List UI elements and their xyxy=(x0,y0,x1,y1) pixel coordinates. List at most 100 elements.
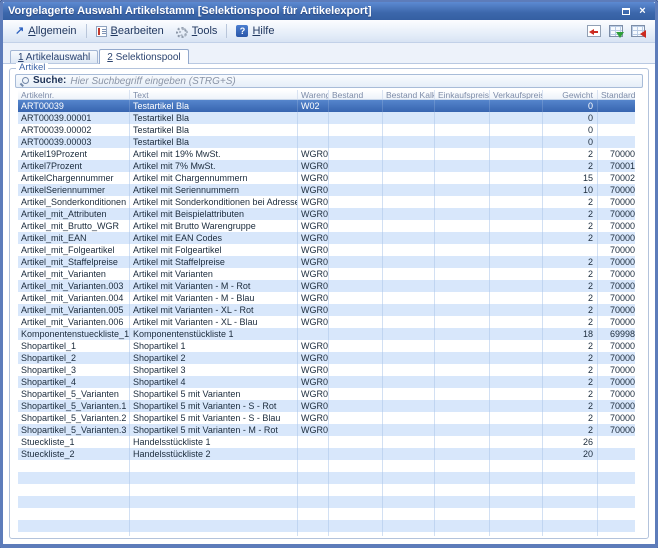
search-input[interactable] xyxy=(70,76,638,87)
search-bar[interactable]: Suche: xyxy=(15,74,643,88)
cell: Shopartikel_5_Varianten.3 xyxy=(18,424,130,436)
table-row[interactable]: ART00039.00001Testartikel Bla0 xyxy=(18,112,635,124)
cell: Artikel_mit_Staffelpreise xyxy=(18,256,130,268)
add-to-pool-button[interactable] xyxy=(607,23,625,39)
cell xyxy=(298,136,329,148)
menu-item-allgemein[interactable]: ↗ Allgemein xyxy=(9,23,83,39)
table-row[interactable]: Artikel_mit_VariantenArtikel mit Variant… xyxy=(18,268,635,280)
cell xyxy=(383,412,435,424)
table-row[interactable]: Komponentenstueckliste_1Komponentenstück… xyxy=(18,328,635,340)
menu-item-tools[interactable]: Tools xyxy=(170,23,224,39)
cell xyxy=(329,136,383,148)
column-header-2[interactable]: Wareng xyxy=(298,90,329,99)
cell xyxy=(383,484,435,496)
column-header-4[interactable]: Bestand Kalk. xyxy=(383,90,435,99)
cell: 0 xyxy=(543,124,598,136)
cell xyxy=(383,148,435,160)
cell xyxy=(298,484,329,496)
column-header-6[interactable]: Verkaufspreis xyxy=(490,90,543,99)
cell xyxy=(435,292,490,304)
cell xyxy=(435,340,490,352)
table-row[interactable]: Artikel_mit_AttributenArtikel mit Beispi… xyxy=(18,208,635,220)
table-row[interactable]: Artikel_mit_Brutto_WGRArtikel mit Brutto… xyxy=(18,220,635,232)
menu-item-hilfe[interactable]: ? Hilfe xyxy=(230,23,280,39)
table-row[interactable]: Shopartikel_5_Varianten.1Shopartikel 5 m… xyxy=(18,400,635,412)
table-row[interactable]: Shopartikel_5_Varianten.3Shopartikel 5 m… xyxy=(18,424,635,436)
table-row[interactable]: Artikel_mit_Varianten.006Artikel mit Var… xyxy=(18,316,635,328)
cell: 70000 xyxy=(598,280,635,292)
column-header-5[interactable]: Einkaufspreis xyxy=(435,90,490,99)
cell xyxy=(543,532,598,536)
menu-separator xyxy=(226,24,227,38)
table-row[interactable]: ArtikelChargennummerArtikel mit Chargenn… xyxy=(18,172,635,184)
column-header-3[interactable]: Bestand xyxy=(329,90,383,99)
cell xyxy=(298,124,329,136)
tab-artikelauswahl[interactable]: 1 Artikelauswahl xyxy=(10,50,98,63)
cell: Shopartikel 5 mit Varianten xyxy=(130,388,298,400)
table-row[interactable]: ART00039Testartikel BlaW020 xyxy=(18,100,635,112)
cell xyxy=(383,208,435,220)
table-row[interactable]: Shopartikel_4Shopartikel 4WGR01270000 xyxy=(18,376,635,388)
table-row[interactable]: Shopartikel_3Shopartikel 3WGR01270000 xyxy=(18,364,635,376)
cell: 2 xyxy=(543,280,598,292)
table-row[interactable]: Artikel7ProzentArtikel mit 7% MwSt.WGR02… xyxy=(18,160,635,172)
table-row[interactable]: Artikel_mit_Varianten.004Artikel mit Var… xyxy=(18,292,635,304)
table-row[interactable]: Artikel_mit_FolgeartikelArtikel mit Folg… xyxy=(18,244,635,256)
close-button[interactable]: × xyxy=(635,5,650,18)
cell xyxy=(490,340,543,352)
cell xyxy=(490,376,543,388)
cell: 70000 xyxy=(598,292,635,304)
cell: Artikel mit Varianten - XL - Blau xyxy=(130,316,298,328)
restore-button[interactable] xyxy=(618,5,633,18)
cell: WGR03 xyxy=(298,220,329,232)
table-row[interactable]: Shopartikel_1Shopartikel 1WGR01270000 xyxy=(18,340,635,352)
cell xyxy=(435,532,490,536)
table-row[interactable]: Artikel_mit_StaffelpreiseArtikel mit Sta… xyxy=(18,256,635,268)
export-button[interactable] xyxy=(585,23,603,39)
cell: Artikel_mit_Varianten.004 xyxy=(18,292,130,304)
menu-label: Hilfe xyxy=(252,25,274,37)
tab-selektionspool[interactable]: 2 Selektionspool xyxy=(99,49,188,64)
cell xyxy=(298,436,329,448)
cell xyxy=(598,112,635,124)
table-row[interactable]: Artikel_mit_Varianten.003Artikel mit Var… xyxy=(18,280,635,292)
table-row[interactable]: Stueckliste_1Handelsstückliste 126 xyxy=(18,436,635,448)
column-header-7[interactable]: Gewicht xyxy=(543,90,598,99)
cell xyxy=(329,292,383,304)
cell xyxy=(598,460,635,472)
cell xyxy=(383,124,435,136)
table-row[interactable]: Shopartikel_2Shopartikel 2WGR01270000 xyxy=(18,352,635,364)
table-row[interactable]: Artikel_mit_Varianten.005Artikel mit Var… xyxy=(18,304,635,316)
table-row[interactable]: Artikel19ProzentArtikel mit 19% MwSt.WGR… xyxy=(18,148,635,160)
table-row[interactable]: Shopartikel_5_Varianten.2Shopartikel 5 m… xyxy=(18,412,635,424)
cell: 2 xyxy=(543,232,598,244)
cell: Artikel mit Beispielattributen xyxy=(130,208,298,220)
table-row[interactable]: Artikel_mit_EANArtikel mit EAN CodesWGR0… xyxy=(18,232,635,244)
cell xyxy=(435,388,490,400)
cell xyxy=(435,424,490,436)
column-header-8[interactable]: Standardlief xyxy=(598,90,635,99)
cell xyxy=(435,220,490,232)
table-row[interactable]: ART00039.00003Testartikel Bla0 xyxy=(18,136,635,148)
table-row[interactable]: Artikel_SonderkonditionenArtikel mit Son… xyxy=(18,196,635,208)
cell xyxy=(490,304,543,316)
table-row[interactable]: Stueckliste_2Handelsstückliste 220 xyxy=(18,448,635,460)
cell: ART00039 xyxy=(18,100,130,112)
cell xyxy=(18,508,130,520)
table-row[interactable]: ArtikelSeriennummerArtikel mit Seriennum… xyxy=(18,184,635,196)
menu-item-bearbeiten[interactable]: Bearbeiten xyxy=(90,23,170,39)
cell xyxy=(435,196,490,208)
cell xyxy=(490,280,543,292)
cell: 0 xyxy=(543,100,598,112)
cell: Artikel mit Seriennummern xyxy=(130,184,298,196)
table-row[interactable]: Shopartikel_5_VariantenShopartikel 5 mit… xyxy=(18,388,635,400)
title-bar[interactable]: Vorgelagerte Auswahl Artikelstamm [Selek… xyxy=(3,2,655,20)
cell: Artikel mit Varianten xyxy=(130,268,298,280)
cell xyxy=(329,316,383,328)
cell: WGR01 xyxy=(298,424,329,436)
remove-from-pool-button[interactable] xyxy=(629,23,647,39)
column-header-0[interactable]: Artikelnr. xyxy=(18,90,130,99)
table-row[interactable]: ART00039.00002Testartikel Bla0 xyxy=(18,124,635,136)
column-header-1[interactable]: Text xyxy=(130,90,298,99)
empty-row xyxy=(18,532,635,536)
